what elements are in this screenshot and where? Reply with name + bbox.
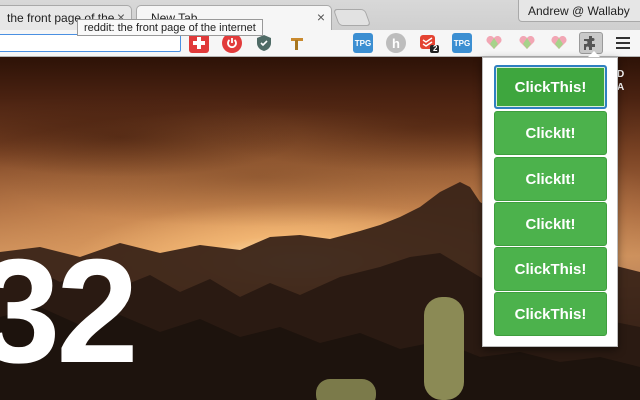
- side-letter: A: [617, 82, 625, 93]
- tool-icon[interactable]: [287, 33, 307, 53]
- red-puzzle-icon[interactable]: [189, 33, 209, 53]
- address-bar[interactable]: [0, 34, 181, 52]
- clock-display: 32: [0, 229, 139, 394]
- h-icon[interactable]: h: [386, 33, 406, 53]
- heart-icon[interactable]: [484, 33, 504, 53]
- power-icon[interactable]: [222, 33, 242, 53]
- close-icon[interactable]: ×: [317, 9, 325, 25]
- badge-count: 2: [433, 44, 438, 53]
- click-this-button[interactable]: ClickThis!: [494, 292, 607, 336]
- popup-arrow: [588, 51, 600, 57]
- profile-button[interactable]: Andrew @ Wallaby: [518, 0, 640, 22]
- click-it-button[interactable]: ClickIt!: [494, 111, 607, 155]
- side-letter: D: [617, 69, 625, 80]
- click-it-button[interactable]: ClickIt!: [494, 157, 607, 201]
- new-tab-button[interactable]: [332, 9, 372, 26]
- side-text: D A: [617, 68, 624, 94]
- click-this-button[interactable]: ClickThis!: [494, 247, 607, 291]
- todoist-icon[interactable]: 2: [419, 33, 439, 53]
- heart-icon[interactable]: [549, 33, 569, 53]
- cactus: [424, 297, 464, 400]
- click-it-button[interactable]: ClickIt!: [494, 202, 607, 246]
- click-this-button[interactable]: ClickThis!: [494, 65, 607, 109]
- tpg-icon[interactable]: TPG: [452, 33, 472, 53]
- menu-icon[interactable]: [614, 35, 632, 51]
- extension-popup: ClickThis! ClickIt! ClickIt! ClickIt! Cl…: [482, 57, 618, 347]
- tab-tooltip: reddit: the front page of the internet: [77, 19, 263, 36]
- heart-icon[interactable]: [517, 33, 537, 53]
- tpg-icon[interactable]: TPG: [353, 33, 373, 53]
- shield-icon[interactable]: [254, 33, 274, 53]
